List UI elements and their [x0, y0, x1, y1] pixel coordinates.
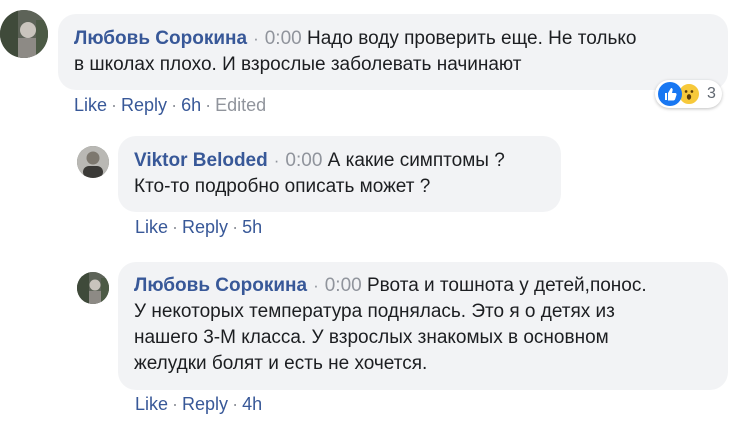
separator: · — [273, 151, 280, 170]
separator: · — [171, 95, 178, 115]
comment-bubble: Viktor Beloded · 0:00 А какие симптомы ? К… — [118, 136, 561, 212]
like-link[interactable]: Like — [135, 217, 168, 237]
avatar-image — [77, 146, 109, 178]
comment-age-link[interactable]: 4h — [242, 394, 262, 414]
reaction-count: 3 — [707, 85, 716, 102]
video-timestamp[interactable]: 0:00 — [325, 275, 362, 296]
comment-text-line: Кто-то подробно описать может ? — [134, 176, 431, 197]
video-timestamp[interactable]: 0:00 — [265, 28, 302, 49]
separator: · — [205, 95, 212, 115]
comment-text-line: желудки болят и есть не хочется. — [134, 353, 428, 374]
avatar-image — [77, 272, 109, 304]
like-link[interactable]: Like — [135, 394, 168, 414]
comment-age-link[interactable]: 6h — [181, 95, 201, 115]
separator: · — [232, 394, 239, 414]
like-link[interactable]: Like — [74, 95, 107, 115]
comment-text-line: Надо воду проверить еще. Не только — [307, 28, 637, 49]
reply-link[interactable]: Reply — [121, 95, 167, 115]
comment-age-link[interactable]: 5h — [242, 217, 262, 237]
video-timestamp[interactable]: 0:00 — [285, 150, 322, 171]
comment-author[interactable]: Любовь Сорокина — [134, 275, 307, 296]
comment-actions: Like · Reply · 6h · Edited — [74, 95, 266, 116]
edited-link[interactable]: Edited — [215, 95, 266, 115]
comment-author[interactable]: Viktor Beloded — [134, 150, 268, 171]
reply-link[interactable]: Reply — [182, 394, 228, 414]
separator: · — [313, 276, 319, 295]
comment-text-line: У некоторых температура поднялась. Это я… — [134, 301, 615, 322]
separator: · — [111, 95, 118, 115]
avatar[interactable] — [77, 272, 109, 304]
separator: · — [253, 29, 259, 48]
avatar[interactable] — [0, 10, 48, 58]
comment-actions: Like · Reply · 5h — [135, 217, 262, 238]
comment-bubble: Любовь Сорокина · 0:00 Рвота и тошнота у д… — [118, 262, 728, 390]
comment-actions: Like · Reply · 4h — [135, 394, 262, 415]
separator: · — [232, 217, 239, 237]
reactions-summary[interactable]: 3 — [655, 80, 722, 108]
separator: · — [172, 394, 179, 414]
comment-text-line: Рвота и тошнота у детей,понос. — [367, 275, 647, 296]
avatar[interactable] — [77, 146, 109, 178]
comment-text-line: нашего 3-М класса. У взрослых знакомых в… — [134, 327, 609, 348]
comment-bubble: Любовь Сорокина · 0:00 Надо воду проверить… — [58, 14, 728, 90]
reply-link[interactable]: Reply — [182, 217, 228, 237]
comment-author[interactable]: Любовь Сорокина — [74, 28, 247, 49]
avatar-image — [0, 10, 48, 58]
separator: · — [172, 217, 179, 237]
like-icon — [658, 82, 682, 106]
comment-text-line: в школах плохо. И взрослые заболевать на… — [74, 54, 522, 75]
comment-text-line: А какие симптомы ? — [327, 150, 505, 171]
